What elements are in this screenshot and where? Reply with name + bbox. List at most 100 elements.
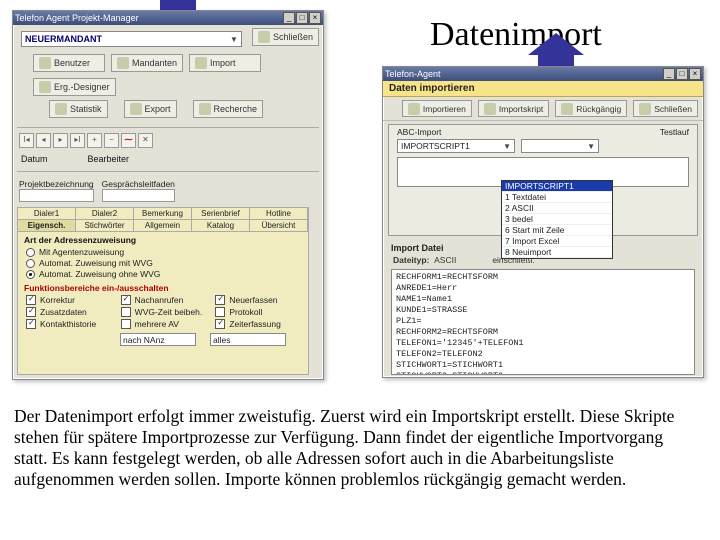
leitfaden-input[interactable] [102, 189, 175, 202]
cb-zusatzdaten[interactable]: Zusatzdaten [26, 307, 111, 317]
projekt-input[interactable] [19, 189, 94, 202]
door-icon [639, 103, 651, 115]
label: Erg.-Designer [54, 82, 110, 92]
search-icon [199, 103, 211, 115]
file-icon [408, 103, 420, 115]
tab-row-2[interactable]: Eigensch. Stichwörter Allgemein Katalog … [18, 220, 308, 232]
close-button[interactable]: Schließen [633, 100, 698, 117]
label: Rückgängig [576, 104, 621, 114]
cb-neuerfassen[interactable]: Neuerfassen [215, 295, 300, 305]
importskript-button[interactable]: Importskript [478, 100, 549, 117]
import-subheading: Daten importieren [383, 81, 703, 97]
script-dropdown[interactable]: IMPORTSCRIPT1 ▼ [397, 139, 515, 153]
label: Importieren [423, 104, 466, 114]
recherche-button[interactable]: Recherche [193, 100, 264, 118]
abc-import-label: ABC-Import [397, 127, 441, 137]
designer-icon [39, 81, 51, 93]
tab-dialer2: Dialer2 [76, 208, 134, 219]
testlauf-label: Testlauf [660, 127, 689, 137]
window-controls[interactable]: _□× [282, 12, 321, 24]
properties-tabs: Dialer1 Dialer2 Bemerkung Serienbrief Ho… [17, 207, 309, 375]
tab-stichworter: Stichwörter [76, 220, 134, 231]
group1-title: Art der Adressenzuweisung [18, 232, 308, 246]
list-item: 2 ASCII [502, 203, 612, 214]
tab-row-1[interactable]: Dialer1 Dialer2 Bemerkung Serienbrief Ho… [18, 208, 308, 220]
label: Import [210, 58, 236, 68]
titlebar: Telefon-Agent _□× [383, 67, 703, 81]
cb-protokoll[interactable]: Protokoll [215, 307, 300, 317]
maximize-icon: □ [676, 68, 688, 80]
minimize-icon: _ [283, 12, 295, 24]
label: Export [145, 104, 171, 114]
importieren-button[interactable]: Importieren [402, 100, 472, 117]
export-icon [130, 103, 142, 115]
mandant-select[interactable]: NEUERMANDANT ▼ [21, 31, 242, 47]
list-item: 3 bedel [502, 214, 612, 225]
label: Schließen [654, 104, 692, 114]
ruckgangig-button[interactable]: Rückgängig [555, 100, 627, 117]
close-button-label: Schließen [273, 32, 313, 42]
undo-icon [561, 103, 573, 115]
window-title: Telefon Agent Projekt-Manager [15, 13, 139, 23]
tab-allgemein: Allgemein [134, 220, 192, 231]
import-icon [195, 57, 207, 69]
chevron-down-icon: ▼ [587, 142, 595, 151]
list-item: IMPORTSCRIPT1 [502, 181, 612, 192]
door-icon [258, 31, 270, 43]
benutzer-button[interactable]: Benutzer [33, 54, 105, 72]
dropdown-value: IMPORTSCRIPT1 [401, 141, 470, 151]
user-icon [39, 57, 51, 69]
list-item: 8 Neuimport [502, 247, 612, 258]
erg-designer-button[interactable]: Erg.-Designer [33, 78, 116, 96]
datum-label: Datum [21, 154, 48, 164]
cb-mehrere-av[interactable]: mehrere AV [121, 319, 206, 329]
cb-kontakthistorie[interactable]: Kontakthistorie [26, 319, 111, 329]
mapping-list: RECHFORM1=RECHTSFORM ANREDE1=Herr NAME1=… [391, 269, 695, 375]
label: Importskript [499, 104, 543, 114]
maximize-icon: □ [296, 12, 308, 24]
radio-auto-mit-wvg[interactable]: Automat. Zuweisung mit WVG [26, 258, 300, 268]
description-paragraph: Der Datenimport erfolgt immer zweistufig… [14, 406, 700, 490]
label: Benutzer [54, 58, 90, 68]
project-manager-window: Telefon Agent Projekt-Manager _□× NEUERM… [12, 10, 324, 380]
import-button[interactable]: Import [189, 54, 261, 72]
leitfaden-label: Gesprächsleitfaden [102, 179, 175, 189]
tab-ubersicht: Übersicht [250, 220, 308, 231]
cb-nachanrufen[interactable]: Nachanrufen [121, 295, 206, 305]
radio-auto-ohne-wvg[interactable]: Automat. Zuweisung ohne WVG [26, 269, 300, 279]
script-icon [484, 103, 496, 115]
record-nav[interactable]: I◂◂▸▸I+− ⁓ ✕ [13, 131, 323, 150]
titlebar: Telefon Agent Projekt-Manager _□× [13, 11, 323, 25]
radio-mit-agenten[interactable]: Mit Agentenzuweisung [26, 247, 300, 257]
export-button[interactable]: Export [124, 100, 177, 118]
alles-select[interactable]: alles [210, 333, 286, 346]
chart-icon [55, 103, 67, 115]
close-icon: × [689, 68, 701, 80]
cb-korrektur[interactable]: Korrektur [26, 295, 111, 305]
tab-katalog: Katalog [192, 220, 250, 231]
close-button[interactable]: Schließen [252, 28, 319, 46]
minimize-icon: _ [663, 68, 675, 80]
mandanten-button[interactable]: Mandanten [111, 54, 183, 72]
projekt-label: Projektbezeichnung [19, 179, 94, 189]
window-title: Telefon-Agent [385, 69, 441, 79]
label: Statistik [70, 104, 102, 114]
script-dropdown-list[interactable]: IMPORTSCRIPT1 1 Textdatei 2 ASCII 3 bede… [501, 180, 613, 259]
statistik-button[interactable]: Statistik [49, 100, 108, 118]
chevron-down-icon: ▼ [503, 142, 511, 151]
close-icon: × [309, 12, 321, 24]
label: Recherche [214, 104, 258, 114]
bearbeiter-label: Bearbeiter [88, 154, 130, 164]
testlauf-dropdown[interactable]: ▼ [521, 139, 599, 153]
tab-hotline: Hotline [250, 208, 308, 219]
window-controls[interactable]: _□× [662, 68, 701, 80]
grid-icon [117, 57, 129, 69]
tab-bemerkung: Bemerkung [134, 208, 192, 219]
list-item: 6 Start mit Zeile [502, 225, 612, 236]
tab-eigensch: Eigensch. [18, 220, 76, 231]
tab-dialer1: Dialer1 [18, 208, 76, 219]
nach-nanz-select[interactable]: nach NAnz [120, 333, 196, 346]
cb-wvg[interactable]: WVG-Zeit beibeh. [121, 307, 206, 317]
cb-zeiterfassung[interactable]: Zeiterfassung [215, 319, 300, 329]
mandant-value: NEUERMANDANT [25, 34, 102, 44]
